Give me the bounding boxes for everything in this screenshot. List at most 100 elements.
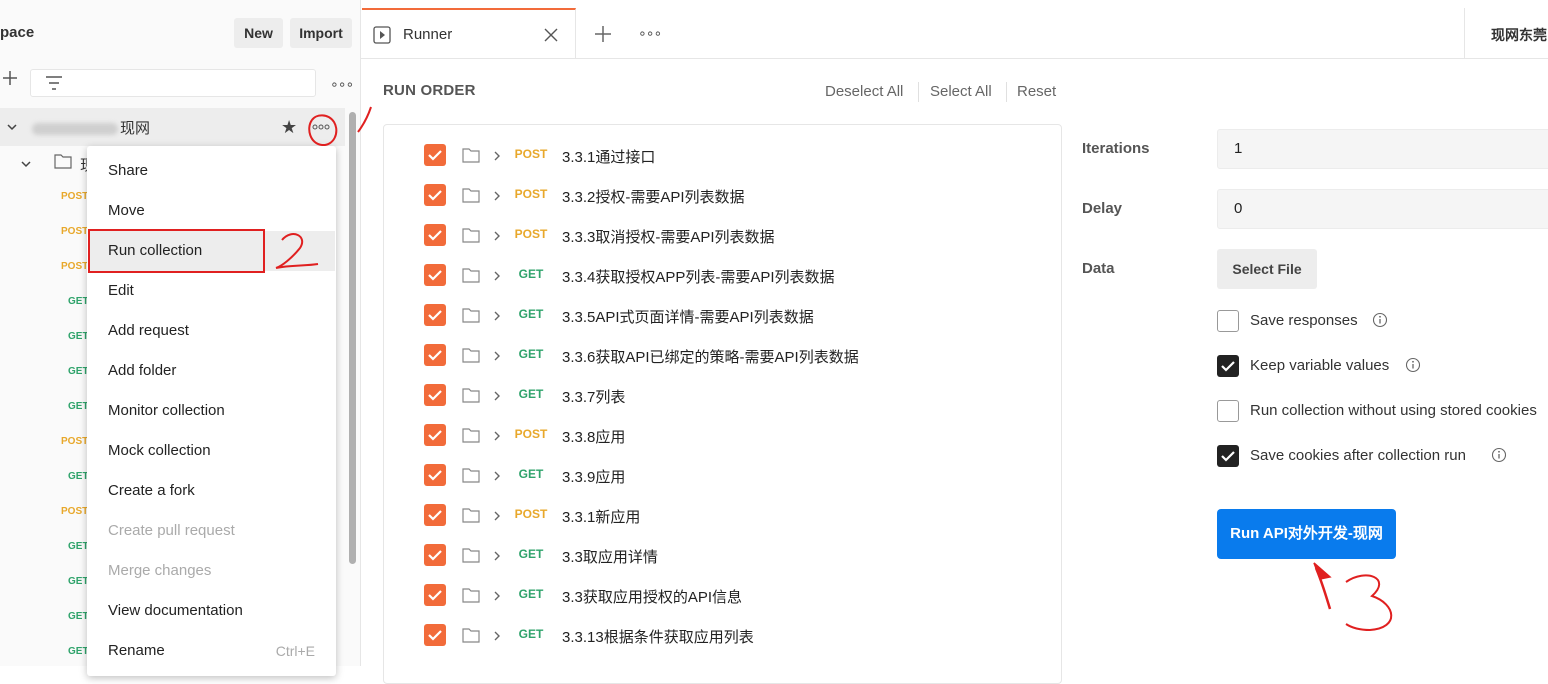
request-name: 3.3.6获取API已绑定的策略-需要API列表数据	[562, 349, 859, 366]
request-method: GET	[518, 627, 544, 641]
menu-item-rename[interactable]: Rename Ctrl+E	[88, 631, 335, 671]
checkbox[interactable]	[424, 584, 446, 606]
menu-item-edit[interactable]: Edit	[88, 271, 335, 311]
chevron-right-icon[interactable]	[492, 349, 502, 361]
chevron-right-icon[interactable]	[492, 309, 502, 321]
request-name: 3.3.2授权-需要API列表数据	[562, 189, 745, 206]
menu-item-label: Create pull request	[108, 522, 235, 539]
info-icon[interactable]	[1372, 312, 1388, 328]
chevron-right-icon[interactable]	[492, 509, 502, 521]
menu-item-label: Edit	[108, 282, 134, 299]
run-collection-button[interactable]: Run API对外开发-现网	[1217, 509, 1396, 559]
filter-input[interactable]	[30, 69, 316, 97]
close-icon[interactable]	[543, 27, 559, 43]
checkbox[interactable]	[424, 624, 446, 646]
chevron-down-icon[interactable]	[20, 158, 32, 170]
chevron-right-icon[interactable]	[492, 189, 502, 201]
checkbox[interactable]	[424, 304, 446, 326]
chevron-right-icon[interactable]	[492, 589, 502, 601]
sidebar-request-method[interactable]: POST	[61, 191, 88, 202]
request-name: 3.3.4获取授权APP列表-需要API列表数据	[562, 269, 835, 286]
folder-icon	[462, 387, 480, 403]
sidebar-request-method[interactable]: GET	[68, 576, 89, 587]
sidebar-request-method[interactable]: GET	[68, 611, 89, 622]
info-icon[interactable]	[1491, 447, 1507, 463]
menu-item-share[interactable]: Share	[88, 151, 335, 191]
checkbox[interactable]	[424, 544, 446, 566]
chevron-right-icon[interactable]	[492, 629, 502, 641]
menu-item-create-a-fork[interactable]: Create a fork	[88, 471, 335, 511]
sidebar-request-method[interactable]: GET	[68, 401, 89, 412]
import-button[interactable]: Import	[290, 18, 352, 48]
folder-icon	[462, 347, 480, 363]
sidebar-request-method[interactable]: POST	[61, 506, 88, 517]
reset-link[interactable]: Reset	[1017, 83, 1056, 100]
menu-item-add-folder[interactable]: Add folder	[88, 351, 335, 391]
plus-icon[interactable]	[594, 25, 612, 43]
select-all-link[interactable]: Select All	[930, 83, 992, 100]
sidebar-request-method[interactable]: POST	[61, 226, 88, 237]
menu-item-mock-collection[interactable]: Mock collection	[88, 431, 335, 471]
sidebar-request-method[interactable]: GET	[68, 366, 89, 377]
sidebar-more-icon[interactable]: ∘∘∘	[330, 76, 354, 93]
menu-item-add-request[interactable]: Add request	[88, 311, 335, 351]
menu-item-run-collection[interactable]: Run collection	[88, 231, 335, 271]
folder-icon	[462, 147, 480, 163]
sidebar-request-method[interactable]: POST	[61, 261, 88, 272]
chevron-right-icon[interactable]	[492, 549, 502, 561]
checkbox[interactable]	[424, 144, 446, 166]
blurred-text	[32, 123, 118, 136]
checkbox[interactable]	[424, 424, 446, 446]
sidebar-request-method[interactable]: GET	[68, 471, 89, 482]
sidebar-request-method[interactable]: GET	[68, 296, 89, 307]
menu-item-label: Run collection	[108, 242, 203, 259]
collection-more-icon[interactable]	[306, 115, 336, 139]
chevron-right-icon[interactable]	[492, 269, 502, 281]
select-file-button[interactable]: Select File	[1217, 249, 1317, 289]
chevron-right-icon[interactable]	[492, 429, 502, 441]
checkbox[interactable]	[1217, 310, 1239, 332]
chevron-right-icon[interactable]	[492, 229, 502, 241]
checkbox-checked[interactable]	[1217, 445, 1239, 467]
request-method: POST	[514, 147, 548, 161]
checkbox[interactable]	[424, 264, 446, 286]
checkbox[interactable]	[424, 184, 446, 206]
iterations-input[interactable]: 1	[1217, 129, 1548, 169]
delay-input[interactable]: 0	[1217, 189, 1548, 229]
sidebar-scrollbar[interactable]	[349, 112, 356, 564]
menu-item-move[interactable]: Move	[88, 191, 335, 231]
checkbox-checked[interactable]	[1217, 355, 1239, 377]
deselect-all-link[interactable]: Deselect All	[825, 83, 903, 100]
collection-name-text: 现网	[120, 120, 151, 137]
menu-item-create-pull-request[interactable]: Create pull request	[88, 511, 335, 551]
new-button[interactable]: New	[234, 18, 283, 48]
sidebar-request-method[interactable]: GET	[68, 541, 89, 552]
sidebar-request-method[interactable]: GET	[68, 331, 89, 342]
plus-icon[interactable]	[2, 70, 18, 86]
tab-runner-label: Runner	[403, 26, 453, 43]
menu-item-view-documentation[interactable]: View documentation	[88, 591, 335, 631]
environment-selector[interactable]: 现网东莞	[1491, 25, 1547, 45]
tab-more-icon[interactable]: ∘∘∘	[638, 25, 662, 42]
menu-item-merge-changes[interactable]: Merge changes	[88, 551, 335, 591]
checkbox[interactable]	[424, 224, 446, 246]
checkbox[interactable]	[1217, 400, 1239, 422]
checkbox[interactable]	[424, 464, 446, 486]
request-name: 3.3.7列表	[562, 389, 626, 406]
checkbox[interactable]	[424, 504, 446, 526]
menu-item-monitor-collection[interactable]: Monitor collection	[88, 391, 335, 431]
star-icon[interactable]: ★	[281, 117, 297, 137]
sidebar-request-method[interactable]: POST	[61, 436, 88, 447]
folder-icon	[462, 507, 480, 523]
run-order-title: RUN ORDER	[383, 82, 476, 99]
chevron-right-icon[interactable]	[492, 389, 502, 401]
request-name: 3.3.9应用	[562, 469, 626, 486]
info-icon[interactable]	[1405, 357, 1421, 373]
folder-icon	[462, 627, 480, 643]
chevron-right-icon[interactable]	[492, 149, 502, 161]
sidebar-request-method[interactable]: GET	[68, 646, 89, 657]
checkbox[interactable]	[424, 344, 446, 366]
chevron-right-icon[interactable]	[492, 469, 502, 481]
checkbox[interactable]	[424, 384, 446, 406]
chevron-down-icon[interactable]	[6, 121, 18, 133]
